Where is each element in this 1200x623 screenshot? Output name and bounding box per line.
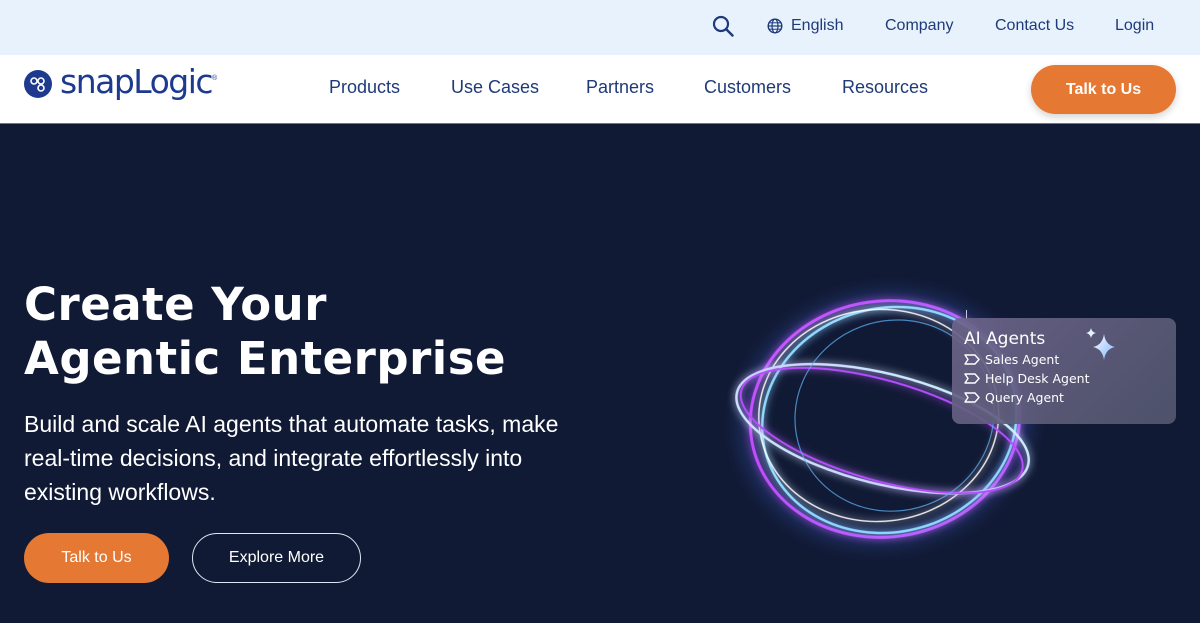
hero-title-line-2: Agentic Enterprise (24, 332, 507, 385)
ai-agents-card: AI Agents Sales Agent Help Desk Agent Qu… (952, 318, 1176, 424)
logo-registered-mark: ® (212, 75, 218, 82)
hero-title: Create Your Agentic Enterprise (24, 278, 644, 386)
logo[interactable]: snapLogic ® (24, 63, 217, 101)
search-icon[interactable] (712, 15, 734, 37)
globe-icon (767, 18, 783, 34)
nav-customers[interactable]: Customers (704, 77, 791, 98)
tag-arrow-icon (964, 392, 980, 403)
nav-use-cases[interactable]: Use Cases (451, 77, 539, 98)
contact-us-link[interactable]: Contact Us (995, 17, 1074, 35)
nav-resources[interactable]: Resources (842, 77, 928, 98)
company-link[interactable]: Company (885, 17, 953, 35)
language-selector[interactable]: English (767, 17, 843, 35)
tag-arrow-icon (964, 354, 980, 365)
tag-arrow-icon (964, 373, 980, 384)
talk-to-us-header-button[interactable]: Talk to Us (1031, 65, 1176, 114)
nav-partners[interactable]: Partners (586, 77, 654, 98)
talk-to-us-button[interactable]: Talk to Us (24, 533, 169, 583)
agent-list-item: Query Agent (964, 388, 1164, 407)
agent-list-item: Sales Agent (964, 350, 1164, 369)
sparkle-icon (1086, 328, 1115, 360)
glowing-rings-illustration (735, 293, 1030, 545)
hero-subtitle: Build and scale AI agents that automate … (24, 411, 559, 505)
main-nav: snapLogic ® Products Use Cases Partners … (0, 55, 1200, 124)
ai-agents-title: AI Agents (964, 329, 1046, 349)
nav-products[interactable]: Products (329, 77, 400, 98)
utility-bar: English Company Contact Us Login (0, 0, 1200, 55)
agent-label: Help Desk Agent (985, 371, 1090, 386)
login-link[interactable]: Login (1115, 17, 1154, 35)
hero-title-line-1: Create Your (24, 278, 327, 331)
explore-more-button[interactable]: Explore More (192, 533, 361, 583)
language-label: English (791, 17, 844, 34)
logo-mark-icon (24, 70, 52, 98)
agent-label: Query Agent (985, 390, 1064, 405)
agent-label: Sales Agent (985, 352, 1060, 367)
logo-text: snapLogic (60, 62, 214, 101)
agent-list-item: Help Desk Agent (964, 369, 1164, 388)
